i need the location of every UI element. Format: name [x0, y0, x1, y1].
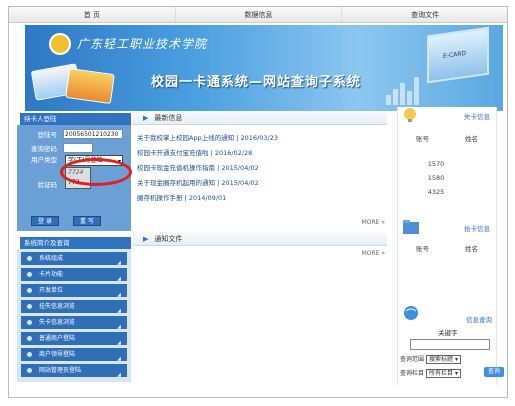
- campus-cards-image: [30, 61, 123, 105]
- found-account-header: 账号: [416, 245, 429, 253]
- bullet-icon: [27, 272, 32, 277]
- bullet-icon: [27, 352, 32, 357]
- lost-card-box: 失卡信息 账号 姓名 1570 1580 4325: [397, 107, 497, 219]
- user-type-label: 用户类型: [31, 156, 57, 164]
- school-name: 广东轻工职业技术学院: [77, 37, 208, 51]
- school-logo-icon: [49, 33, 71, 55]
- menu-item-merchant-login[interactable]: 普通商户登陆 ◢: [21, 332, 127, 346]
- notice-more-link[interactable]: MORE »: [133, 250, 387, 257]
- nav-home[interactable]: 首 页: [9, 7, 176, 22]
- news-item[interactable]: 校园卡开通支付宝充值啦 | 2016/02/28: [137, 146, 387, 161]
- lost-account-value: 4325: [427, 188, 445, 196]
- bullet-icon: [27, 288, 32, 293]
- password-input[interactable]: [63, 143, 93, 153]
- search-range-select[interactable]: 搜索标题 ▾: [426, 355, 461, 364]
- login-panel-title: 持卡人登陆: [17, 113, 131, 125]
- login-button[interactable]: 登 录: [31, 216, 59, 226]
- folder-icon: [403, 220, 419, 234]
- keyword-input[interactable]: [410, 339, 490, 350]
- keyword-label: 关键字: [438, 329, 458, 337]
- bullet-icon: [27, 304, 32, 309]
- side-menu: 系统组成 ◢ 卡片功能 ◢ 开发单位 ◢ 挂失信息浏览 ◢ 失卡信息浏览 ◢ 普通商户登陆…: [17, 249, 131, 382]
- menu-panel-title: 系统简介及查询: [17, 237, 131, 249]
- reset-button[interactable]: 重 写: [73, 216, 101, 226]
- found-name-header: 姓名: [465, 245, 478, 253]
- login-id-label: 登陆号: [37, 131, 58, 139]
- news-list: 关于我校掌上校园App上线的通知 | 2016/03/23 校园卡开通支付宝充值…: [133, 125, 387, 219]
- news-item[interactable]: 校园卡现金充值机操作指南 | 2015/04/02: [137, 161, 387, 176]
- news-item[interactable]: 圈存机操作手册 | 2014/09/01: [137, 191, 387, 206]
- password-label: 查询密码: [31, 145, 57, 153]
- bar-graphic-icon: [386, 77, 419, 105]
- menu-item-lost-cards[interactable]: 失卡信息浏览 ◢: [21, 316, 127, 330]
- arrow-right-icon: ▶: [143, 235, 149, 243]
- found-card-title[interactable]: 拾卡信息: [464, 223, 490, 233]
- menu-item-system[interactable]: 系统组成 ◢: [21, 252, 127, 266]
- info-search-title: 信息查询: [466, 316, 492, 324]
- search-column-select[interactable]: 所有栏目 ▾: [426, 369, 461, 378]
- lost-account-value: 1570: [427, 160, 445, 168]
- bullet-icon: [27, 256, 32, 261]
- bullet-icon: [27, 320, 32, 325]
- bullet-icon: [27, 336, 32, 341]
- lightbulb-icon: [404, 108, 416, 122]
- bullet-icon: [27, 368, 32, 373]
- menu-item-lost-report[interactable]: 挂失信息浏览 ◢: [21, 300, 127, 314]
- arrow-right-icon: ▶: [143, 114, 149, 122]
- news-item[interactable]: 关于现金圈存机起用的通知 | 2015/04/02: [137, 176, 387, 191]
- system-title: 校园一卡通系统—网站查询子系统: [151, 75, 362, 90]
- lost-account-value: 1580: [427, 174, 445, 182]
- notice-section-title: ▶ 通知文件: [133, 232, 387, 246]
- login-form: 登陆号 20056501210230 查询密码 用户类型 学(工)号登陆 ▾ 验证…: [17, 125, 132, 231]
- globe-icon: [404, 306, 418, 320]
- search-column-label: 查询栏目: [400, 370, 425, 377]
- menu-item-developer[interactable]: 开发单位 ◢: [21, 284, 127, 298]
- news-section-title: ▶ 最新信息: [133, 111, 387, 125]
- browser-page: 首 页 数据信息 查询文件 广东轻工职业技术学院 校园一卡通系统—网站查询子系统…: [8, 6, 508, 398]
- login-id-input[interactable]: 20056501210230: [63, 129, 123, 139]
- found-card-box: 拾卡信息 账号 姓名: [397, 219, 497, 305]
- menu-item-card-functions[interactable]: 卡片功能 ◢: [21, 268, 127, 282]
- ecard-laptop-image: E-CARD: [427, 26, 489, 84]
- captcha-label: 验证码: [37, 181, 58, 189]
- search-range-label: 查询范围: [400, 356, 425, 363]
- lost-card-title[interactable]: 失卡信息: [464, 111, 490, 121]
- top-nav: 首 页 数据信息 查询文件: [9, 7, 507, 23]
- nav-query-files[interactable]: 查询文件: [342, 7, 507, 22]
- search-button[interactable]: 查询: [484, 367, 504, 377]
- info-search-box: 信息查询 关键字 查询范围 搜索标题 ▾ 查询栏目 所有栏目 ▾ 查询: [397, 305, 504, 385]
- arrow-icon: ◢: [117, 372, 121, 378]
- lost-name-header: 姓名: [465, 135, 478, 143]
- menu-item-merchant-leader-login[interactable]: 商户领导登陆 ◢: [21, 348, 127, 362]
- header-banner: 广东轻工职业技术学院 校园一卡通系统—网站查询子系统 E-CARD: [25, 25, 503, 111]
- news-item[interactable]: 关于我校掌上校园App上线的通知 | 2016/03/23: [137, 131, 387, 146]
- highlight-circle: [60, 158, 132, 186]
- menu-item-admin-login[interactable]: 网站管理员登陆 ◢: [21, 364, 127, 378]
- nav-data-info[interactable]: 数据信息: [176, 7, 343, 22]
- lost-account-header: 账号: [416, 135, 429, 143]
- news-more-link[interactable]: MORE »: [133, 219, 387, 226]
